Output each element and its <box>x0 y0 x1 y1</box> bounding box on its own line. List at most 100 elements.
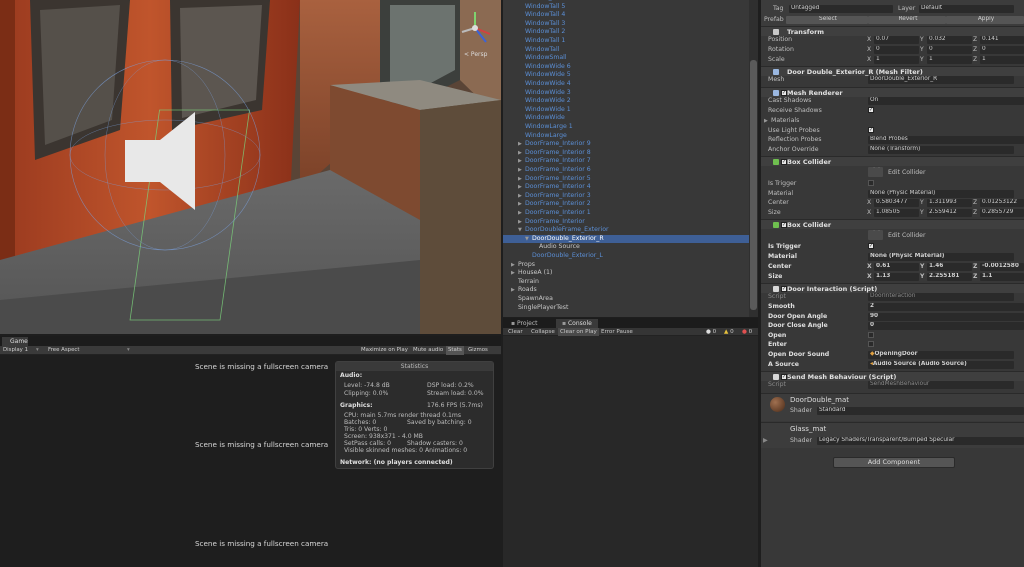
tab-project[interactable]: ▪ Project <box>505 319 544 328</box>
open-checkbox[interactable] <box>868 332 874 338</box>
foldout-arrow-icon[interactable]: ▶ <box>518 218 525 227</box>
hierarchy-item[interactable]: WindowWide 3 <box>503 89 749 98</box>
script-field[interactable]: DoorInteraction <box>868 293 1014 301</box>
box-collider-header[interactable]: ✓ Box Collider <box>761 219 1024 229</box>
hierarchy-item[interactable]: WindowWide 4 <box>503 80 749 89</box>
hierarchy-scroll-thumb[interactable] <box>750 60 757 310</box>
collapse-button[interactable]: Collapse <box>529 328 557 336</box>
center-y-field[interactable]: 1.311993 <box>927 199 972 207</box>
size-x-field[interactable]: 1.08505 <box>874 209 919 217</box>
material-foldout-icon[interactable]: ▶ <box>763 436 768 445</box>
prefab-apply-button[interactable]: Apply <box>946 16 1024 24</box>
hierarchy-item[interactable]: ▶ Props <box>503 261 749 270</box>
foldout-arrow-icon[interactable]: ▼ <box>518 226 525 235</box>
hierarchy-item[interactable]: WindowWide 6 <box>503 63 749 72</box>
edit-collider-icon[interactable]: ⌒ <box>868 230 883 240</box>
foldout-arrow-icon[interactable]: ▶ <box>518 166 525 175</box>
hierarchy-item[interactable]: WindowTall 5 <box>503 3 749 12</box>
position-z-field[interactable]: 0.141 <box>980 36 1024 44</box>
hierarchy-item[interactable]: ▶ DoorFrame_Interior <box>503 218 749 227</box>
transform-header[interactable]: Transform <box>761 26 1024 36</box>
stats-button[interactable]: Stats <box>446 346 464 355</box>
hierarchy-item[interactable]: WindowTall 2 <box>503 28 749 37</box>
anchor-override-field[interactable]: None (Transform) <box>868 146 1014 154</box>
prefab-revert-button[interactable]: Revert <box>868 16 946 24</box>
hierarchy-item[interactable]: ▶ DoorFrame_Interior 6 <box>503 166 749 175</box>
rotation-x-field[interactable]: 0 <box>874 46 919 54</box>
foldout-arrow-icon[interactable]: ▶ <box>518 200 525 209</box>
mesh-field[interactable]: DoorDouble_Exterior_R <box>868 76 1014 84</box>
rotation-z-field[interactable]: 0 <box>980 46 1024 54</box>
is-trigger-checkbox[interactable]: ✓ <box>868 243 874 249</box>
hierarchy-item[interactable]: ▶ DoorFrame_Interior 8 <box>503 149 749 158</box>
clear-button[interactable]: Clear <box>506 328 525 336</box>
error-count-button[interactable]: ● 0 <box>740 328 754 336</box>
foldout-arrow-icon[interactable]: ▶ <box>518 157 525 166</box>
shader-dropdown[interactable]: Standard <box>817 407 1024 415</box>
aspect-dropdown-icon[interactable]: ▾ <box>127 346 130 355</box>
center-z-field[interactable]: 0.01253122 <box>980 199 1024 207</box>
hierarchy-item[interactable]: WindowTall 4 <box>503 11 749 20</box>
position-y-field[interactable]: 0.032 <box>927 36 972 44</box>
display-dropdown-icon[interactable]: ▾ <box>36 346 39 355</box>
size-y-field[interactable]: 2.255181 <box>927 273 972 281</box>
a-source-field[interactable]: ◂Audio Source (Audio Source) <box>868 361 1014 369</box>
hierarchy-item[interactable]: ▶ DoorFrame_Interior 4 <box>503 183 749 192</box>
center-z-field[interactable]: -0.0012580 <box>980 263 1024 271</box>
box-collider-header[interactable]: ✓ Box Collider <box>761 156 1024 166</box>
hierarchy-panel[interactable]: HouseB_FrontPorchWindowTall 5WindowTall … <box>503 0 758 317</box>
foldout-arrow-icon[interactable]: ▶ <box>511 261 518 270</box>
warning-count-button[interactable]: ▲ 0 <box>722 328 736 336</box>
open-door-sound-field[interactable]: ◆OpeningDoor <box>868 351 1014 359</box>
hierarchy-item[interactable]: WindowLarge <box>503 132 749 141</box>
hierarchy-item[interactable]: ▶ DoorFrame_Interior 1 <box>503 209 749 218</box>
clear-on-play-button[interactable]: Clear on Play <box>558 328 599 336</box>
hierarchy-scrollbar[interactable] <box>749 0 758 317</box>
scene-render[interactable] <box>0 0 501 334</box>
hierarchy-item[interactable]: DoorDouble_Exterior_L <box>503 252 749 261</box>
foldout-arrow-icon[interactable]: ▶ <box>518 140 525 149</box>
is-trigger-checkbox[interactable] <box>868 180 874 186</box>
position-x-field[interactable]: 0.07 <box>874 36 919 44</box>
hierarchy-item[interactable]: ▼ DoorDoubleFrame_Exterior <box>503 226 749 235</box>
size-z-field[interactable]: 0.2855729 <box>980 209 1024 217</box>
script-field[interactable]: SendMeshBehaviour <box>868 381 1014 389</box>
size-y-field[interactable]: 2.559412 <box>927 209 972 217</box>
edit-collider-icon[interactable]: ⌒ <box>868 167 883 177</box>
persp-label[interactable]: < Persp <box>464 51 487 58</box>
use-light-probes-checkbox[interactable]: ✓ <box>868 127 874 133</box>
foldout-arrow-icon[interactable]: ▶ <box>518 192 525 201</box>
foldout-arrow-icon[interactable]: ▶ <box>511 269 518 278</box>
send-mesh-header[interactable]: ✓ Send Mesh Behaviour (Script) <box>761 371 1024 381</box>
center-x-field[interactable]: 0.5803477 <box>874 199 919 207</box>
error-pause-button[interactable]: Error Pause <box>599 328 635 336</box>
hierarchy-item[interactable]: ▶ DoorFrame_Interior 5 <box>503 175 749 184</box>
hierarchy-item[interactable]: ▶ DoorFrame_Interior 2 <box>503 200 749 209</box>
foldout-arrow-icon[interactable]: ▶ <box>518 183 525 192</box>
door-open-angle-field[interactable]: 90 <box>868 313 1024 321</box>
foldout-arrow-icon[interactable]: ▶ <box>518 175 525 184</box>
size-x-field[interactable]: 1.13 <box>874 273 919 281</box>
scale-x-field[interactable]: 1 <box>874 56 919 64</box>
info-count-button[interactable]: ● 0 <box>704 328 718 336</box>
hierarchy-item[interactable]: SpawnArea <box>503 295 749 304</box>
scale-y-field[interactable]: 1 <box>927 56 972 64</box>
mute-audio-button[interactable]: Mute audio <box>413 346 443 355</box>
hierarchy-item[interactable]: ▶ HouseA (1) <box>503 269 749 278</box>
foldout-arrow-icon[interactable]: ▼ <box>525 235 532 244</box>
center-y-field[interactable]: 1.46 <box>927 263 972 271</box>
hierarchy-item[interactable]: WindowWide 1 <box>503 106 749 115</box>
maximize-on-play-button[interactable]: Maximize on Play <box>361 346 408 355</box>
layer-dropdown[interactable]: Default <box>919 5 1014 13</box>
hierarchy-item[interactable]: ▼ DoorDouble_Exterior_R <box>503 234 749 244</box>
center-x-field[interactable]: 0.61 <box>874 263 919 271</box>
foldout-arrow-icon[interactable]: ▶ <box>518 149 525 158</box>
size-z-field[interactable]: 1.1 <box>980 273 1024 281</box>
hierarchy-item[interactable]: WindowTall 3 <box>503 20 749 29</box>
hierarchy-item[interactable]: ▶ DoorFrame_Interior 3 <box>503 192 749 201</box>
hierarchy-item[interactable]: Audio Source <box>503 243 749 252</box>
display-select[interactable]: Display 1 <box>3 346 28 355</box>
hierarchy-item[interactable]: Terrain <box>503 278 749 287</box>
tag-dropdown[interactable]: Untagged <box>789 5 893 13</box>
door-interaction-header[interactable]: ✓ Door Interaction (Script) <box>761 283 1024 293</box>
